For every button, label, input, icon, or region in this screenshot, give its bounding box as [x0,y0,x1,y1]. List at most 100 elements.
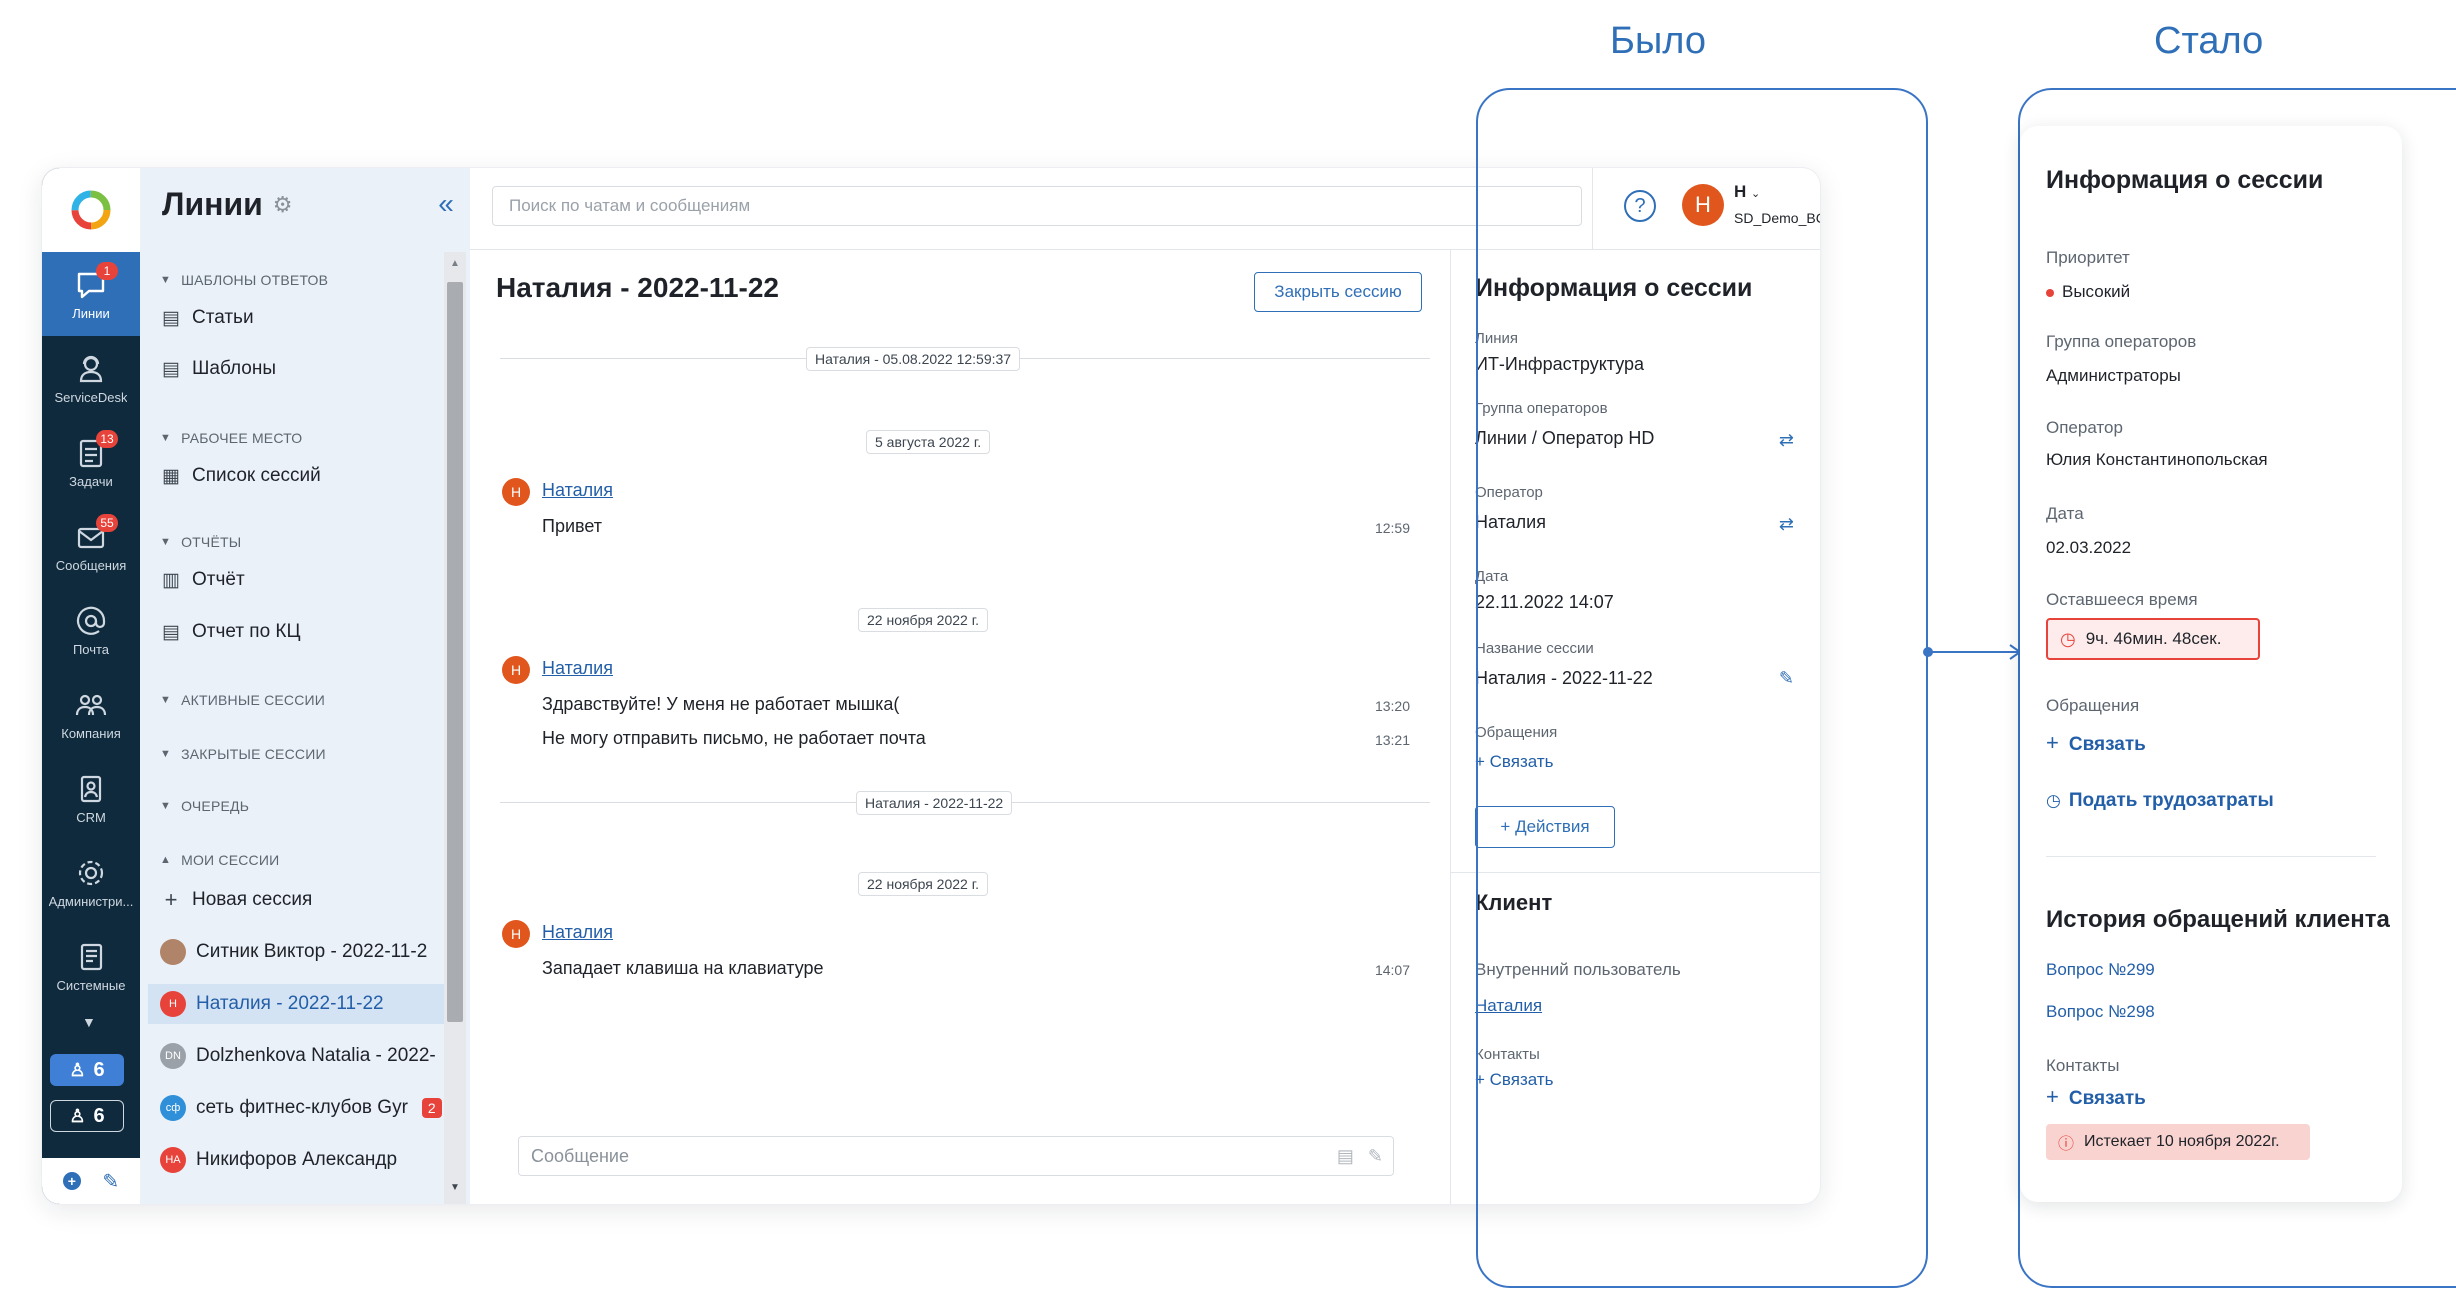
collapse-sidebar-icon[interactable]: « [432,190,460,218]
field-value: Высокий [2062,282,2131,301]
section-reports[interactable]: ▼ ОТЧЁТЫ [160,534,241,550]
wrench-icon[interactable]: ✎ [102,1169,119,1194]
rail-label: Системные [56,977,126,993]
item-label: Шаблоны [192,358,277,379]
avatar: DN [160,1043,186,1069]
add-circle-icon[interactable]: + [62,1172,81,1190]
request-link[interactable]: Вопрос №299 [2046,960,2155,980]
sidebar-item-articles[interactable]: ▤ Статьи [148,298,462,338]
rail-counter-agents[interactable]: ♙ 6 [50,1054,124,1086]
attach-icon[interactable]: ✎ [1368,1137,1383,1175]
session-info-new: Информация о сессии Приоритет Высокий Гр… [2020,126,2402,1202]
message-author[interactable]: Наталия [542,658,613,679]
message-author[interactable]: Наталия [542,480,613,501]
session-item[interactable]: Ситник Виктор - 2022-11-2 [148,932,462,972]
arrow-icon [1923,644,2022,660]
chevron-down-icon[interactable]: ▼ [82,1014,96,1030]
composer-tools: ▤ ✎ [1337,1137,1383,1175]
rail-badge: 1 [96,262,118,280]
scroll-down-icon[interactable]: ▼ [450,1182,460,1193]
request-link[interactable]: Вопрос №298 [2046,1002,2155,1022]
session-item[interactable]: DN Dolzhenkova Natalia - 2022- [148,1036,462,1076]
section-label: ОТЧЁТЫ [181,534,242,550]
section-queue[interactable]: ▼ ОЧЕРЕДЬ [160,798,249,814]
scroll-up-icon[interactable]: ▲ [450,258,460,269]
field-value: Администраторы [2046,366,2181,385]
section-mine[interactable]: ▲ МОИ СЕССИИ [160,852,279,868]
date-chip: 22 ноября 2022 г. [858,608,988,632]
item-label: Отчет по КЦ [192,621,301,642]
clipboard-icon: ▤ [162,358,180,380]
scrollbar-thumb[interactable] [447,282,463,1022]
rail-item-messages[interactable]: Сообщения 55 [42,504,140,588]
unread-badge: 2 [421,1098,442,1118]
rail-label: Линии [72,305,110,321]
clock-icon: ◷ [2060,628,2076,649]
user-edit-icon: ♙ [69,1105,86,1126]
item-label: Статьи [192,307,254,328]
icon-rail: Линии 1 ServiceDesk Задачи 13 Сообщения … [42,168,140,1204]
rail-item-admin[interactable]: Администри... [42,840,140,924]
counter-value: 6 [93,1058,105,1081]
after-label: Стало [2154,20,2264,62]
search-input[interactable]: Поиск по чатам и сообщениям [492,186,1582,226]
rail-item-system[interactable]: Системные [42,924,140,1008]
rail-item-mail[interactable]: Почта [42,588,140,672]
chat-panel: Наталия - 2022-11-22 Закрыть сессию Ната… [470,250,1450,1204]
message-text: Западает клавиша на клавиатуре [542,958,824,978]
section-label: МОИ СЕССИИ [181,852,280,868]
field-label: Оставшееся время [2046,590,2198,609]
section-label: ЗАКРЫТЫЕ СЕССИИ [181,746,326,762]
message-time: 12:59 [1374,520,1410,536]
item-label: Список сессий [192,465,321,486]
avatar [160,939,186,965]
message-author[interactable]: Наталия [542,922,613,943]
message-time: 14:07 [1374,962,1410,978]
worklog-button[interactable]: ◷ Подать трудозатраты [2046,790,2274,812]
session-item[interactable]: сф сеть фитнес-клубов Gyr 2 [148,1088,462,1128]
section-workplace[interactable]: ▼ РАБОЧЕЕ МЕСТО [160,430,302,446]
session-item[interactable]: Н Наталия - 2022-11-22 [148,984,462,1024]
session-label: Ситник Виктор - 2022-11-2 [196,941,428,962]
link-contacts-button[interactable]: + Связать [2046,1084,2146,1110]
sidebar-title: Линии ⚙ [162,186,293,223]
book-icon [80,943,103,970]
link-request-button[interactable]: + Связать [2046,730,2146,756]
people-icon [75,694,107,715]
section-templates[interactable]: ▼ ШАБЛОНЫ ОТВЕТОВ [160,272,328,288]
message-time: 13:21 [1374,732,1410,748]
session-chip: Наталия - 2022-11-22 [856,791,1013,815]
rail-item-company[interactable]: Компания [42,672,140,756]
date-chip: 5 августа 2022 г. [866,430,991,454]
template-icon[interactable]: ▤ [1337,1137,1354,1175]
table-icon: ▦ [162,465,180,487]
rail-item-lines[interactable]: Линии 1 [42,252,140,336]
rail-label: Администри... [48,893,134,909]
message-input[interactable]: Сообщение ▤ ✎ [518,1136,1394,1176]
rail-item-tasks[interactable]: Задачи 13 [42,420,140,504]
agent-icon: ♙ [69,1059,86,1080]
section-closed[interactable]: ▼ ЗАКРЫТЫЕ СЕССИИ [160,746,326,762]
app-logo [42,168,140,252]
rail-item-servicedesk[interactable]: ServiceDesk [42,336,140,420]
sidebar-item-templates[interactable]: ▤ Шаблоны [148,349,462,389]
close-session-button[interactable]: Закрыть сессию [1254,272,1422,312]
sidebar-item-sessions[interactable]: ▦ Список сессий [148,456,462,496]
gear-icon[interactable]: ⚙ [273,192,293,218]
sidebar-title-text: Линии [162,186,263,222]
sidebar-scrollbar[interactable]: ▲ ▼ [444,252,466,1204]
session-item[interactable]: НА Никифоров Александр [148,1140,462,1180]
rail-counter-users[interactable]: ♙ 6 [50,1100,124,1132]
caret-up-icon: ▲ [160,854,172,866]
item-label: Отчёт [192,569,245,590]
avatar: Н [502,656,530,684]
link-label: Подать трудозатраты [2068,790,2274,811]
section-active[interactable]: ▼ АКТИВНЫЕ СЕССИИ [160,692,325,708]
field-label: Оператор [2046,418,2123,437]
date-chip: 22 ноября 2022 г. [858,872,988,896]
sidebar-item-new-session[interactable]: + Новая сессия [148,880,462,920]
sidebar-item-report[interactable]: ▥ Отчёт [148,560,462,600]
sidebar-item-report-kc[interactable]: ▤ Отчет по КЦ [148,612,462,652]
rail-item-crm[interactable]: CRM [42,756,140,840]
section-label: АКТИВНЫЕ СЕССИИ [181,692,326,708]
